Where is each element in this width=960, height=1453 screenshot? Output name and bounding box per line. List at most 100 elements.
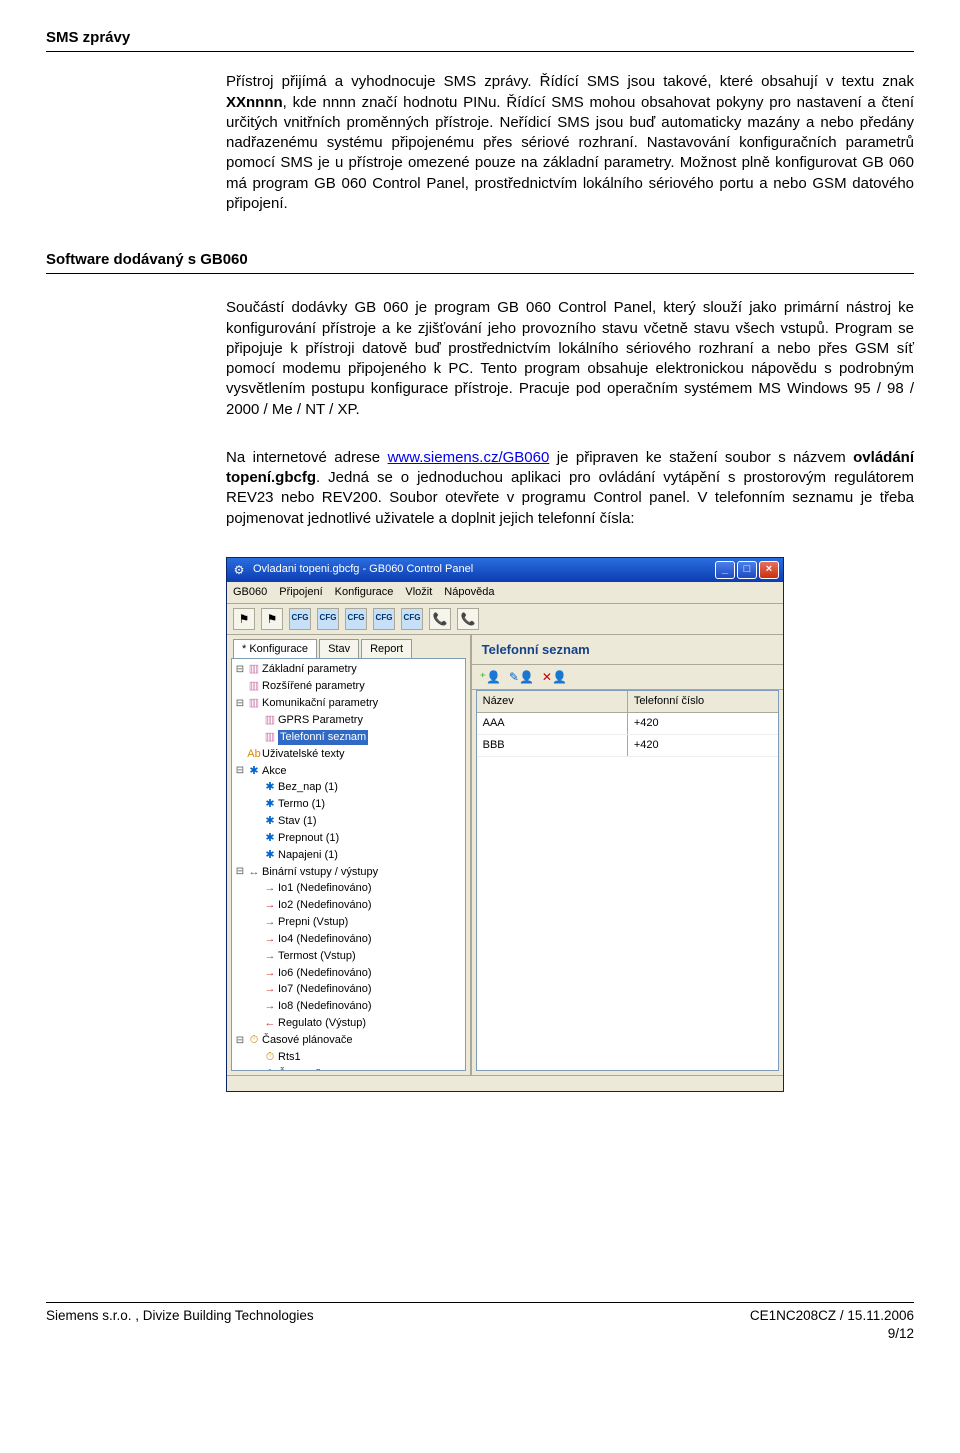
tree-node[interactable]: ←Regulato (Výstup): [234, 1015, 463, 1032]
menu-gb060[interactable]: GB060: [233, 585, 267, 600]
tree-twisty-icon[interactable]: [250, 1067, 262, 1070]
column-header-name[interactable]: Název: [477, 691, 627, 712]
edit-contact-button[interactable]: ✎👤: [509, 669, 534, 685]
tree-twisty-icon[interactable]: [250, 949, 262, 963]
tree-node-icon: ✱: [262, 814, 278, 829]
toolbar-btn-cfg-4[interactable]: CFG: [373, 608, 395, 630]
tree-node[interactable]: →Io2 (Nedefinováno): [234, 897, 463, 914]
tree-node[interactable]: ⏱Časovače: [234, 1066, 463, 1071]
titlebar[interactable]: ⚙ Ovladani topeni.gbcfg - GB060 Control …: [227, 558, 783, 582]
tree-twisty-icon[interactable]: [250, 916, 262, 930]
tree-twisty-icon[interactable]: ⊟: [234, 1034, 246, 1048]
tree-node-icon: →: [262, 898, 278, 913]
tree-twisty-icon[interactable]: [250, 899, 262, 913]
footer-left: Siemens s.r.o. , Divize Building Technol…: [46, 1307, 314, 1343]
menu-napoveda[interactable]: Nápověda: [444, 585, 494, 600]
tree-node-icon: Ab: [246, 747, 262, 762]
tree-node-icon: →: [262, 949, 278, 964]
tree-node[interactable]: ⊟✱Akce: [234, 763, 463, 780]
tree-node[interactable]: ⊟▥Komunikační parametry: [234, 695, 463, 712]
tree-twisty-icon[interactable]: [250, 933, 262, 947]
close-button[interactable]: ×: [759, 561, 779, 579]
tree-node-label: Binární vstupy / výstupy: [262, 865, 378, 880]
tree-node-label: Termost (Vstup): [278, 949, 356, 964]
tree-node[interactable]: ⏱Rts1: [234, 1049, 463, 1066]
table-row[interactable]: AAA+420: [477, 713, 778, 735]
menu-pripojeni[interactable]: Připojení: [279, 585, 322, 600]
tree-node[interactable]: ⊟↔Binární vstupy / výstupy: [234, 864, 463, 881]
tree-twisty-icon[interactable]: [234, 680, 246, 694]
maximize-button[interactable]: □: [737, 561, 757, 579]
footer-docnum: CE1NC208CZ / 15.11.2006: [750, 1308, 914, 1323]
tree-node-label: Prepni (Vstup): [278, 915, 348, 930]
tree-node[interactable]: ⊟▥Základní parametry: [234, 661, 463, 678]
tree-twisty-icon[interactable]: [250, 1017, 262, 1031]
delete-contact-button[interactable]: ✕👤: [542, 669, 567, 685]
tree-node[interactable]: ▥Telefonní seznam: [234, 729, 463, 746]
tree-twisty-icon[interactable]: [250, 798, 262, 812]
tree-node[interactable]: ✱Napajeni (1): [234, 847, 463, 864]
tree-twisty-icon[interactable]: [250, 832, 262, 846]
menu-vlozit[interactable]: Vložit: [405, 585, 432, 600]
tree-twisty-icon[interactable]: [250, 1000, 262, 1014]
tab-stav[interactable]: Stav: [319, 639, 359, 659]
tree-node[interactable]: →Prepni (Vstup): [234, 914, 463, 931]
tree-node[interactable]: →Io1 (Nedefinováno): [234, 880, 463, 897]
toolbar-btn-cfg-2[interactable]: CFG: [317, 608, 339, 630]
tree-node[interactable]: ✱Stav (1): [234, 813, 463, 830]
tree-twisty-icon[interactable]: ⊟: [234, 764, 246, 778]
tree-node[interactable]: →Io8 (Nedefinováno): [234, 998, 463, 1015]
toolbar-btn-cfg-3[interactable]: CFG: [345, 608, 367, 630]
toolbar-btn-1[interactable]: ⚑: [233, 608, 255, 630]
tree-node[interactable]: →Io7 (Nedefinováno): [234, 981, 463, 998]
tree-twisty-icon[interactable]: [250, 983, 262, 997]
toolbar-btn-phone-add[interactable]: 📞: [429, 608, 451, 630]
minimize-button[interactable]: _: [715, 561, 735, 579]
tree-twisty-icon[interactable]: [250, 848, 262, 862]
heading-software: Software dodávaný s GB060: [46, 250, 914, 274]
column-header-phone[interactable]: Telefonní číslo: [627, 691, 778, 712]
tree-node[interactable]: ▥Rozšířené parametry: [234, 678, 463, 695]
link-siemens-gb060[interactable]: www.siemens.cz/GB060: [388, 449, 550, 466]
tree-node[interactable]: ✱Prepnout (1): [234, 830, 463, 847]
tree-twisty-icon[interactable]: ⊟: [234, 697, 246, 711]
toolbar-btn-cfg-1[interactable]: CFG: [289, 608, 311, 630]
tree-node-label: Bez_nap (1): [278, 780, 338, 795]
toolbar-btn-cfg-5[interactable]: CFG: [401, 608, 423, 630]
tree-node[interactable]: AbUživatelské texty: [234, 746, 463, 763]
tree-twisty-icon[interactable]: [250, 781, 262, 795]
tree-node[interactable]: ▥GPRS Parametry: [234, 712, 463, 729]
paragraph-software: Součástí dodávky GB 060 je program GB 06…: [226, 298, 914, 420]
tree-node-label: Časovače: [278, 1067, 327, 1071]
tree-twisty-icon[interactable]: [250, 730, 262, 744]
app-icon: ⚙: [231, 562, 247, 578]
tree-twisty-icon[interactable]: [250, 1051, 262, 1065]
tree-node-label: Telefonní seznam: [278, 730, 368, 745]
menu-konfigurace[interactable]: Konfigurace: [335, 585, 394, 600]
tree-node[interactable]: ✱Termo (1): [234, 796, 463, 813]
toolbar-btn-2[interactable]: ⚑: [261, 608, 283, 630]
tree-twisty-icon[interactable]: ⊟: [234, 865, 246, 879]
tab-konfigurace[interactable]: * Konfigurace: [233, 639, 317, 659]
add-contact-button[interactable]: ⁺👤: [480, 669, 501, 685]
tree-node[interactable]: ⊟⏱Časové plánovače: [234, 1032, 463, 1049]
tree-twisty-icon[interactable]: [234, 747, 246, 761]
table-row[interactable]: BBB+420: [477, 735, 778, 757]
tree-node[interactable]: →Termost (Vstup): [234, 948, 463, 965]
tree-node[interactable]: →Io4 (Nedefinováno): [234, 931, 463, 948]
toolbar-btn-phone-del[interactable]: 📞: [457, 608, 479, 630]
phone-grid[interactable]: Název Telefonní číslo AAA+420BBB+420: [476, 690, 779, 1070]
tree-twisty-icon[interactable]: [250, 714, 262, 728]
tree-node[interactable]: →Io6 (Nedefinováno): [234, 965, 463, 982]
tree-twisty-icon[interactable]: [250, 966, 262, 980]
window-title: Ovladani topeni.gbcfg - GB060 Control Pa…: [253, 562, 473, 577]
tab-report[interactable]: Report: [361, 639, 412, 659]
tree-twisty-icon[interactable]: ⊟: [234, 663, 246, 677]
tree-twisty-icon[interactable]: [250, 815, 262, 829]
tree-twisty-icon[interactable]: [250, 882, 262, 896]
tree-node-icon: ▥: [246, 662, 262, 677]
tree-node-icon: ✱: [246, 764, 262, 779]
config-tree[interactable]: ⊟▥Základní parametry ▥Rozšířené parametr…: [231, 658, 466, 1070]
tree-node-icon: ↔: [246, 865, 262, 880]
tree-node[interactable]: ✱Bez_nap (1): [234, 779, 463, 796]
